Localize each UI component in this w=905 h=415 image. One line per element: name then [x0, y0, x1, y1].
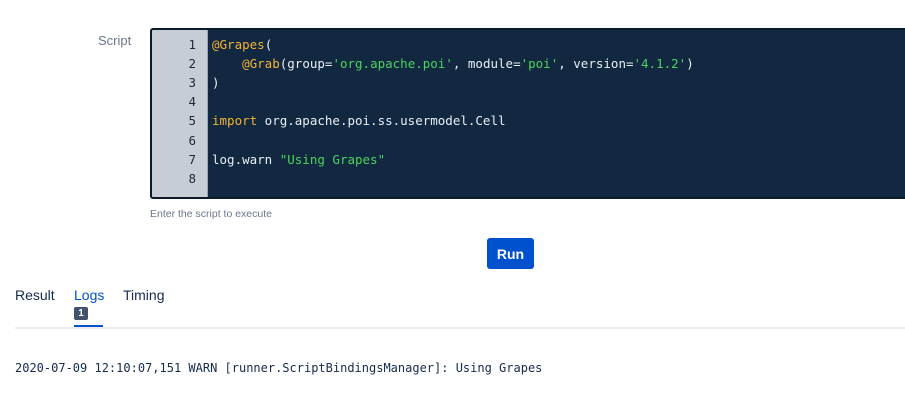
- code-token: , version=: [558, 56, 634, 72]
- tab-result[interactable]: Result: [15, 287, 55, 303]
- code-token: (: [264, 37, 273, 52]
- tab-logs[interactable]: Logs: [74, 287, 104, 303]
- code-editor[interactable]: 1 @Grapes(2 @Grab(group='org.apache.poi',…: [150, 28, 905, 199]
- log-entry: 2020-07-09 12:10:07,151 WARN [runner.Scr…: [15, 361, 543, 375]
- code-token: 'org.apache.poi': [332, 56, 453, 72]
- line-number: 3: [188, 75, 196, 91]
- code-line: import org.apache.poi.ss.usermodel.Cell: [212, 111, 506, 130]
- line-number: 7: [188, 151, 196, 167]
- editor-hint: Enter the script to execute: [150, 208, 272, 220]
- line-number: 6: [188, 132, 196, 148]
- code-token: log.warn: [212, 151, 280, 167]
- code-token: '4.1.2': [633, 56, 687, 72]
- code-line: @Grapes(: [212, 35, 272, 54]
- code-line: log.warn "Using Grapes": [212, 150, 385, 169]
- code-token: 'poi': [520, 56, 559, 72]
- code-token: (group=: [279, 56, 333, 72]
- line-number: 4: [188, 94, 196, 110]
- logs-count-badge: 1: [74, 307, 88, 320]
- tab-timing[interactable]: Timing: [123, 287, 165, 303]
- code-line: @Grab(group='org.apache.poi', module='po…: [212, 54, 694, 73]
- line-number: 1: [188, 37, 196, 52]
- code-token: , module=: [452, 56, 521, 72]
- code-token: org.apache.poi.ss.usermodel.Cell: [257, 113, 506, 129]
- line-number: 5: [188, 113, 196, 129]
- code-line: ): [212, 73, 220, 92]
- code-token: @Grapes: [212, 37, 265, 52]
- line-number: 8: [188, 170, 196, 186]
- run-button[interactable]: Run: [487, 238, 534, 269]
- script-label: Script: [98, 33, 132, 48]
- code-token: ): [212, 75, 220, 91]
- output-tabs: Result Logs Timing 1: [15, 287, 905, 329]
- code-token: ): [686, 56, 694, 72]
- line-number: 2: [188, 56, 196, 72]
- tabs-divider: [15, 327, 905, 329]
- code-token: "Using Grapes": [279, 151, 386, 167]
- code-token: @Grab: [242, 56, 280, 72]
- code-token: import: [212, 113, 258, 129]
